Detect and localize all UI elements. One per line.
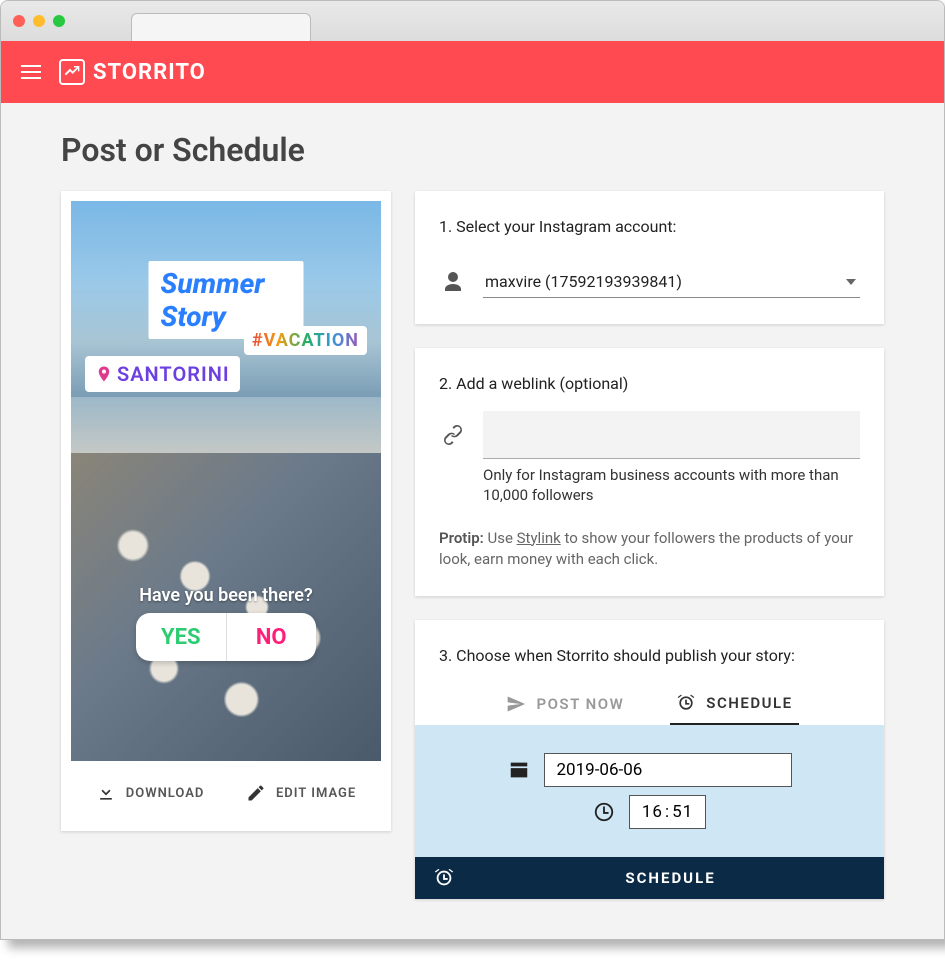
schedule-date-input[interactable] xyxy=(544,753,792,787)
step2-label: 2. Add a weblink (optional) xyxy=(439,374,860,393)
calendar-icon xyxy=(508,759,530,781)
story-preview: Summer Story #VACATION SANTORINI Have yo… xyxy=(71,201,381,761)
poll-question: Have you been there? xyxy=(71,585,381,606)
close-window-icon[interactable] xyxy=(13,15,25,27)
edit-image-button[interactable]: EDIT IMAGE xyxy=(246,783,356,803)
chevron-down-icon xyxy=(846,279,856,285)
location-pin-icon xyxy=(95,365,113,383)
maximize-window-icon[interactable] xyxy=(53,15,65,27)
step-weblink-card: 2. Add a weblink (optional) Only for Ins… xyxy=(415,348,884,596)
step3-label: 3. Choose when Storrito should publish y… xyxy=(439,646,860,665)
preview-actions: DOWNLOAD EDIT IMAGE xyxy=(71,761,381,821)
send-icon xyxy=(506,694,526,714)
app-header: STORRITO xyxy=(1,41,944,103)
link-icon xyxy=(441,423,465,447)
schedule-panel: 16:51 xyxy=(415,725,884,857)
weblink-input[interactable] xyxy=(483,411,860,459)
tab-post-now[interactable]: POST NOW xyxy=(500,683,630,725)
poll-no[interactable]: NO xyxy=(227,613,317,661)
step1-label: 1. Select your Instagram account: xyxy=(439,217,860,236)
page-title: Post or Schedule xyxy=(61,131,884,169)
location-sticker: SANTORINI xyxy=(85,356,240,392)
page-body: Post or Schedule Summer Story #VACATION … xyxy=(1,103,944,939)
poll-yes[interactable]: YES xyxy=(136,613,227,661)
download-icon xyxy=(96,783,116,803)
stylink-link[interactable]: Stylink xyxy=(517,529,561,547)
schedule-button[interactable]: SCHEDULE xyxy=(415,857,884,899)
step-account-card: 1. Select your Instagram account: maxvir… xyxy=(415,191,884,324)
browser-tab[interactable] xyxy=(131,13,311,41)
poll-sticker: YES NO xyxy=(136,613,316,661)
weblink-hint: Only for Instagram business accounts wit… xyxy=(483,465,860,506)
download-button[interactable]: DOWNLOAD xyxy=(96,783,205,803)
alarm-icon xyxy=(676,693,696,713)
tab-schedule[interactable]: SCHEDULE xyxy=(670,683,798,725)
account-select[interactable]: maxvire (17592193939841) xyxy=(483,266,860,298)
step-schedule-card: 3. Choose when Storrito should publish y… xyxy=(415,620,884,899)
window-controls xyxy=(13,15,65,27)
brand-name: STORRITO xyxy=(93,60,206,85)
menu-icon[interactable] xyxy=(21,65,41,79)
brand-logo-icon xyxy=(59,59,85,85)
publish-tabs: POST NOW SCHEDULE xyxy=(439,683,860,725)
minimize-window-icon[interactable] xyxy=(33,15,45,27)
hashtag-sticker: #VACATION xyxy=(244,326,367,355)
account-icon xyxy=(441,270,465,294)
browser-chrome xyxy=(1,1,944,41)
alarm-icon xyxy=(433,867,455,889)
brand[interactable]: STORRITO xyxy=(59,59,206,85)
browser-window: STORRITO Post or Schedule Summer Story #… xyxy=(0,0,945,940)
story-preview-card: Summer Story #VACATION SANTORINI Have yo… xyxy=(61,191,391,831)
schedule-time-input[interactable]: 16:51 xyxy=(629,795,706,829)
clock-icon xyxy=(593,801,615,823)
protip-text: Protip: Use Stylink to show your followe… xyxy=(439,528,860,570)
pencil-icon xyxy=(246,783,266,803)
